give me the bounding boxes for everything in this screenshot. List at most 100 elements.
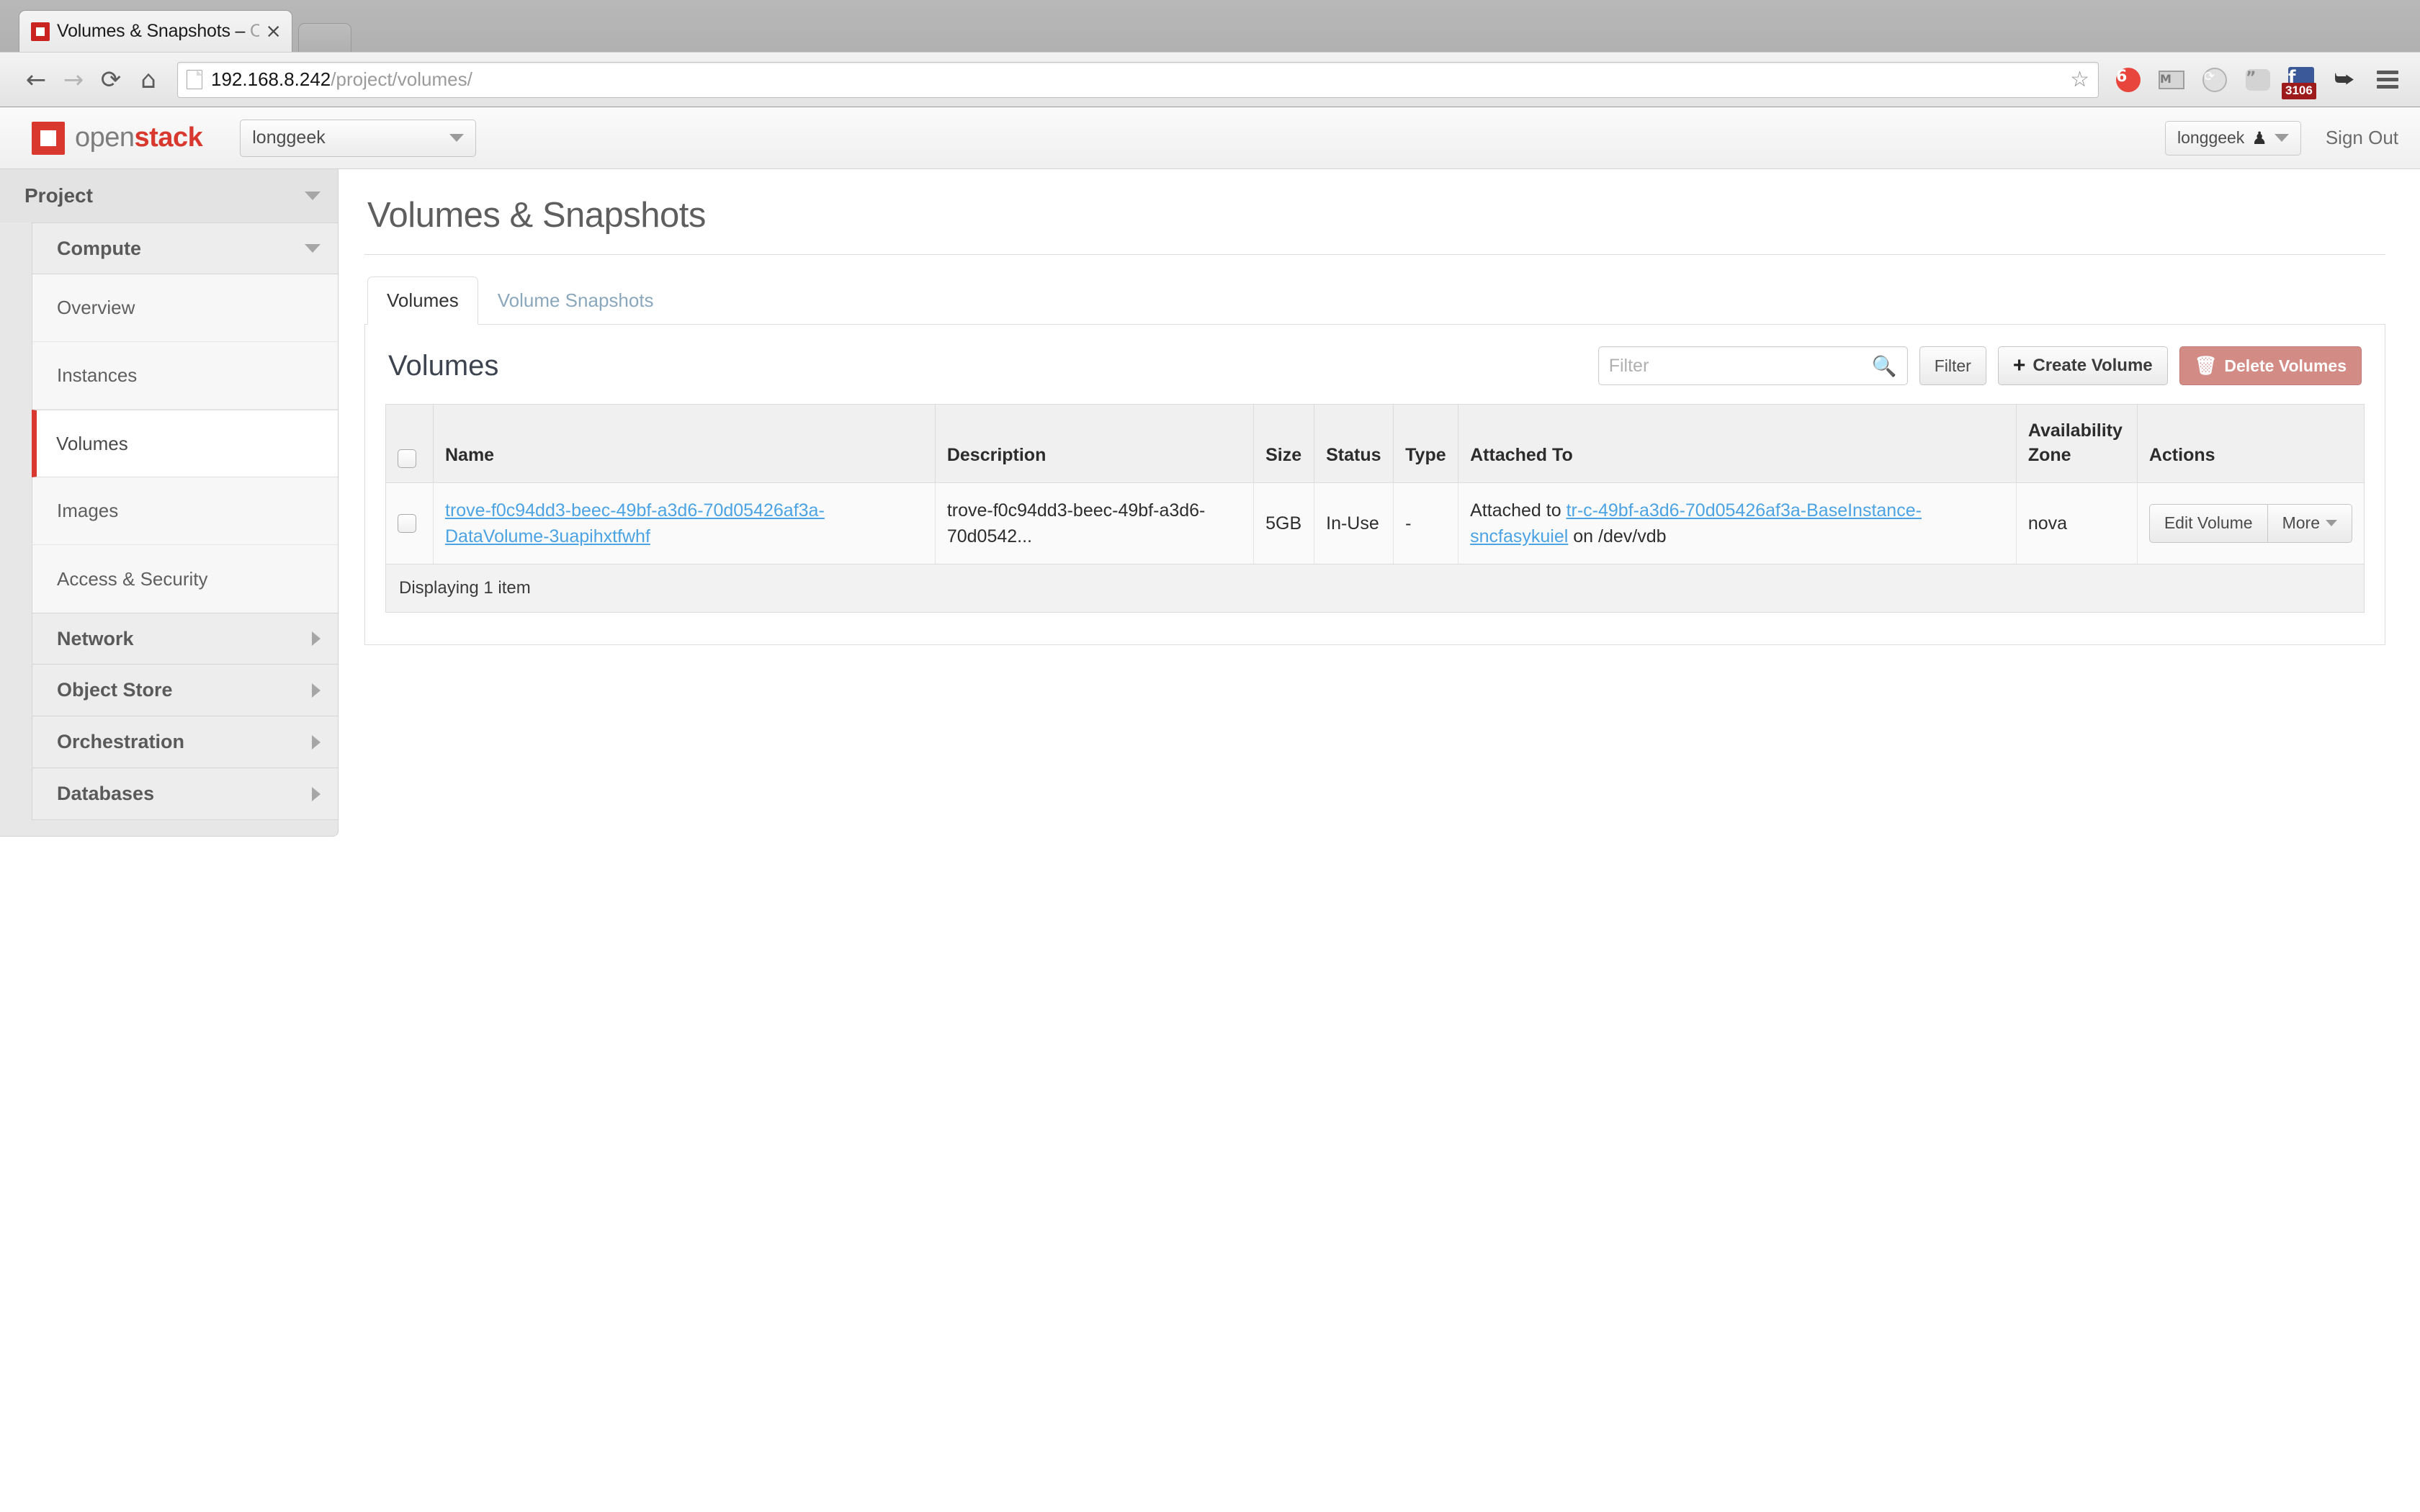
sidebar-compute-items: Overview Instances Volumes Images Access… <box>32 274 338 613</box>
cell-availability-zone: nova <box>2016 482 2138 564</box>
close-icon[interactable]: × <box>265 22 282 41</box>
sidebar-item-label: Instances <box>57 364 138 386</box>
column-header-availability-zone[interactable]: Availability Zone <box>2016 404 2138 483</box>
attached-suffix: on /dev/vdb <box>1568 526 1667 546</box>
column-header-size[interactable]: Size <box>1253 404 1315 483</box>
page-title: Volumes & Snapshots <box>367 196 706 235</box>
openstack-favicon-icon <box>31 22 50 41</box>
column-header-type[interactable]: Type <box>1393 404 1459 483</box>
browser-menu-icon[interactable] <box>2372 65 2403 95</box>
sign-out-link[interactable]: Sign Out <box>2326 127 2398 149</box>
tab-label: Volume Snapshots <box>497 289 654 311</box>
main-content: Volumes & Snapshots Volumes Volume Snaps… <box>339 169 2420 645</box>
sidebar-section-label: Databases <box>57 783 155 804</box>
delete-volumes-button[interactable]: 🗑 Delete Volumes <box>2179 346 2362 385</box>
search-input[interactable] <box>1608 355 1872 377</box>
back-icon[interactable]: ← <box>17 61 55 99</box>
table-header: Name Description Size Status Type Attach… <box>385 404 2365 483</box>
browser-tabstrip: Volumes & Snapshots – Op × <box>0 7 2420 52</box>
sidebar-section-label: Network <box>57 627 134 649</box>
sidebar-section-network[interactable]: Network <box>32 613 338 665</box>
sidebar-section-object-store[interactable]: Object Store <box>32 665 338 716</box>
cell-attached-to: Attached to tr-c-49bf-a3d6-70d05426af3a-… <box>1458 482 2017 564</box>
hangouts-quote-icon[interactable]: ” <box>2243 65 2273 95</box>
header-right-actions: longgeek ♟ Sign Out <box>2164 120 2398 156</box>
select-all-header <box>385 404 434 483</box>
forward-icon[interactable]: → <box>55 61 92 99</box>
download-arrow-icon[interactable]: ⮩ <box>2329 65 2360 95</box>
sidebar-section-orchestration[interactable]: Orchestration <box>32 716 338 768</box>
content-tabs: Volumes Volume Snapshots <box>364 276 2385 325</box>
project-switcher-dropdown[interactable]: longgeek <box>240 119 477 157</box>
sidebar-group-project-label: Project <box>24 184 93 207</box>
more-actions-button[interactable]: More <box>2267 503 2352 543</box>
sidebar-compute-wrapper: Compute Overview Instances Volumes Image… <box>0 222 338 820</box>
cell-status: In-Use <box>1314 482 1394 564</box>
sidebar-item-instances[interactable]: Instances <box>32 342 338 410</box>
table-header-row: Name Description Size Status Type Attach… <box>385 404 2365 483</box>
facebook-icon[interactable]: f 3106 <box>2282 65 2316 99</box>
sidebar-item-label: Overview <box>57 297 135 318</box>
panel-toolbar: 🔍 Filter + Create Volume 🗑 Delete Volume… <box>1597 346 2362 385</box>
project-switcher-label: longgeek <box>252 127 326 148</box>
browser-chrome: Volumes & Snapshots – Op × ← → ⟳ ⌂ 192.1… <box>0 0 2420 107</box>
chevron-down-icon <box>2274 134 2289 142</box>
browser-extensions: 6 M ⟳ ” f 3106 ⮩ <box>2109 65 2403 99</box>
more-actions-label: More <box>2282 513 2320 533</box>
sidebar-item-images[interactable]: Images <box>32 477 338 545</box>
reload-icon[interactable]: ⟳ <box>92 61 130 99</box>
cell-actions: Edit Volume More <box>2137 482 2365 564</box>
trash-icon: 🗑 <box>2194 355 2218 376</box>
az-header-line1: Availability <box>2027 420 2123 441</box>
browser-toolbar: ← → ⟳ ⌂ 192.168.8.242/project/volumes/ ☆… <box>0 52 2420 107</box>
chevron-right-icon <box>312 734 321 750</box>
sidebar-item-overview[interactable]: Overview <box>32 274 338 342</box>
column-header-name[interactable]: Name <box>433 404 936 483</box>
row-select-cell <box>385 482 434 564</box>
create-volume-button[interactable]: + Create Volume <box>1997 346 2168 385</box>
sidebar-item-label: Images <box>57 500 119 521</box>
chevron-down-icon <box>2326 520 2337 527</box>
address-bar[interactable]: 192.168.8.242/project/volumes/ ☆ <box>177 61 2099 98</box>
cell-size: 5GB <box>1253 482 1315 564</box>
gmail-icon[interactable]: M <box>2156 65 2187 95</box>
column-header-actions: Actions <box>2137 404 2365 483</box>
row-checkbox[interactable] <box>398 513 416 533</box>
sidebar-item-access-and-security[interactable]: Access & Security <box>32 545 338 613</box>
sidebar-section-databases[interactable]: Databases <box>32 768 338 820</box>
create-volume-label: Create Volume <box>2033 356 2153 375</box>
column-header-description[interactable]: Description <box>935 404 1255 483</box>
filter-search-box[interactable]: 🔍 <box>1597 346 1908 385</box>
openstack-logo[interactable]: openstack <box>32 121 203 155</box>
title-divider <box>364 254 2385 255</box>
edit-volume-label: Edit Volume <box>2164 513 2253 533</box>
delete-volumes-label: Delete Volumes <box>2224 356 2347 375</box>
user-menu-dropdown[interactable]: longgeek ♟ <box>2164 120 2301 156</box>
sync-globe-icon[interactable]: ⟳ <box>2200 65 2230 95</box>
bookmark-star-icon[interactable]: ☆ <box>2060 67 2089 92</box>
sidebar-item-label: Volumes <box>56 432 128 454</box>
sidebar-section-compute[interactable]: Compute <box>32 222 338 274</box>
plus-icon: + <box>2012 354 2026 377</box>
filter-button[interactable]: Filter <box>1919 346 1986 385</box>
column-header-status[interactable]: Status <box>1314 404 1394 483</box>
edit-volume-button[interactable]: Edit Volume <box>2148 503 2268 543</box>
browser-tab-active[interactable]: Volumes & Snapshots – Op × <box>19 10 292 52</box>
facebook-badge-count: 3106 <box>2282 83 2316 99</box>
sidebar-item-volumes[interactable]: Volumes <box>32 410 338 477</box>
tab-volumes[interactable]: Volumes <box>367 276 478 325</box>
column-header-attached-to[interactable]: Attached To <box>1458 404 2017 483</box>
search-icon[interactable]: 🔍 <box>1872 354 1897 378</box>
volumes-panel: Volumes 🔍 Filter + Create Volume 🗑 <box>364 325 2385 645</box>
chevron-right-icon <box>312 683 321 698</box>
volume-name-link[interactable]: trove-f0c94dd3-beec-49bf-a3d6-70d05426af… <box>445 500 825 546</box>
select-all-checkbox[interactable] <box>398 449 416 468</box>
weibo-icon[interactable]: 6 <box>2113 65 2143 95</box>
home-icon[interactable]: ⌂ <box>130 61 167 99</box>
sidebar-group-project[interactable]: Project <box>0 169 338 222</box>
cell-name: trove-f0c94dd3-beec-49bf-a3d6-70d05426af… <box>433 482 936 564</box>
new-tab-button[interactable] <box>298 23 351 52</box>
tab-volume-snapshots[interactable]: Volume Snapshots <box>478 276 673 325</box>
chevron-down-icon <box>449 134 465 142</box>
chevron-right-icon <box>312 631 321 646</box>
